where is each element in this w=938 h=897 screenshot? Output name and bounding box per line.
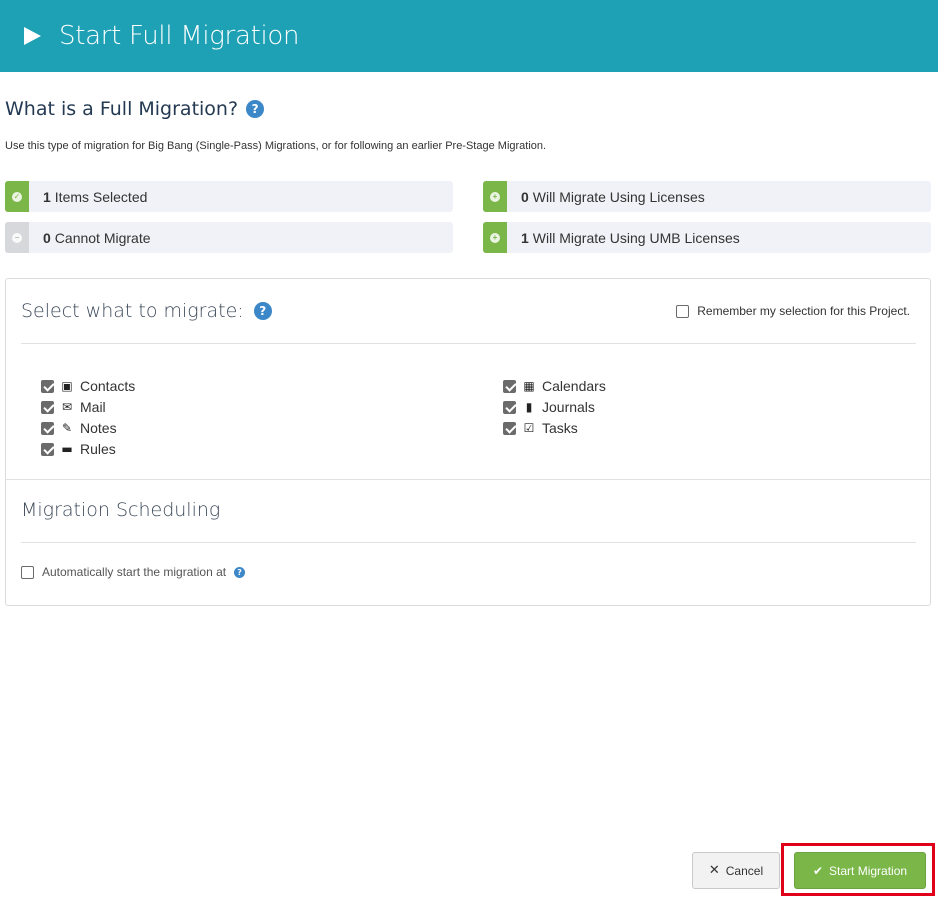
select-title-text: Select what to migrate: — [21, 300, 244, 322]
option-rules[interactable]: ▬ Rules — [41, 440, 116, 458]
close-icon: ✕ — [708, 863, 720, 878]
stat-count: 1 — [43, 188, 51, 205]
stat-count: 0 — [43, 229, 51, 246]
clipboard-check-icon: ☑ — [523, 421, 535, 435]
minus-circle-icon: − — [12, 232, 22, 243]
option-tasks[interactable]: ☑ Tasks — [503, 419, 578, 437]
option-contacts[interactable]: ▣ Contacts — [41, 377, 135, 395]
option-label: Contacts — [80, 378, 136, 394]
contacts-icon: ▣ — [61, 379, 73, 393]
cancel-button[interactable]: ✕ Cancel — [692, 852, 780, 889]
cancel-button-label: Cancel — [725, 863, 764, 878]
section-divider — [6, 479, 930, 480]
help-icon[interactable]: ? — [253, 302, 272, 320]
option-label: Tasks — [542, 420, 578, 436]
option-mail[interactable]: ✉ Mail — [41, 398, 106, 416]
folder-icon: ▬ — [61, 442, 73, 456]
divider — [21, 542, 916, 543]
scheduling-title-text: Migration Scheduling — [21, 499, 221, 521]
migration-options-panel: Select what to migrate: ? Remember my se… — [5, 278, 931, 606]
stat-status-tab: − — [5, 222, 29, 253]
select-section-title: Select what to migrate: ? — [21, 300, 272, 322]
mail-checkbox[interactable] — [41, 400, 54, 414]
stat-label: Cannot Migrate — [54, 229, 151, 246]
stat-licenses: + 0 Will Migrate Using Licenses — [483, 181, 931, 212]
remember-selection-checkbox[interactable]: Remember my selection for this Project. — [676, 304, 910, 318]
stat-status-tab: ✓ — [5, 181, 29, 212]
stat-label: Will Migrate Using UMB Licenses — [532, 229, 740, 246]
intro-heading: What is a Full Migration? ? — [5, 98, 265, 120]
help-icon[interactable]: ? — [234, 566, 246, 578]
plus-circle-icon: + — [490, 232, 500, 243]
journal-icon: ▮ — [525, 400, 533, 414]
stat-status-tab: + — [483, 181, 507, 212]
intro-title-text: What is a Full Migration? — [5, 98, 239, 120]
stat-count: 1 — [521, 229, 529, 246]
scheduling-section-title: Migration Scheduling — [21, 499, 220, 521]
option-journals[interactable]: ▮ Journals — [503, 398, 595, 416]
contacts-checkbox[interactable] — [41, 379, 54, 393]
plus-circle-icon: + — [490, 191, 500, 202]
help-icon[interactable]: ? — [246, 100, 265, 118]
auto-start-checkbox[interactable]: Automatically start the migration at ? — [21, 565, 246, 579]
option-notes[interactable]: ✎ Notes — [41, 419, 117, 437]
journals-checkbox[interactable] — [503, 400, 516, 414]
highlight-box — [781, 843, 935, 896]
tasks-checkbox[interactable] — [503, 421, 516, 435]
page-header: Start Full Migration — [0, 0, 938, 72]
divider — [21, 343, 916, 344]
stat-status-tab: + — [483, 222, 507, 253]
stat-label: Will Migrate Using Licenses — [532, 188, 705, 205]
notes-checkbox[interactable] — [41, 421, 54, 435]
rules-checkbox[interactable] — [41, 442, 54, 456]
option-label: Mail — [80, 399, 106, 415]
page-title: Start Full Migration — [59, 21, 300, 51]
intro-description: Use this type of migration for Big Bang … — [5, 140, 547, 152]
option-label: Calendars — [542, 378, 606, 394]
option-label: Journals — [542, 399, 595, 415]
stat-count: 0 — [521, 188, 529, 205]
remember-checkbox-box[interactable] — [676, 304, 690, 318]
auto-start-label: Automatically start the migration at — [42, 565, 227, 579]
remember-label: Remember my selection for this Project. — [697, 304, 910, 318]
play-icon — [24, 27, 41, 45]
stat-umb-licenses: + 1 Will Migrate Using UMB Licenses — [483, 222, 931, 253]
option-label: Rules — [80, 441, 116, 457]
auto-start-checkbox-box[interactable] — [21, 565, 34, 579]
option-label: Notes — [80, 420, 117, 436]
calendars-checkbox[interactable] — [503, 379, 516, 393]
stat-items-selected: ✓ 1 Items Selected — [5, 181, 453, 212]
stat-label: Items Selected — [54, 188, 148, 205]
option-calendars[interactable]: ▦ Calendars — [503, 377, 606, 395]
note-edit-icon: ✎ — [61, 421, 73, 435]
stat-cannot-migrate: − 0 Cannot Migrate — [5, 222, 453, 253]
envelope-icon: ✉ — [61, 400, 73, 414]
calendar-icon: ▦ — [523, 379, 535, 393]
check-circle-icon: ✓ — [12, 191, 22, 202]
